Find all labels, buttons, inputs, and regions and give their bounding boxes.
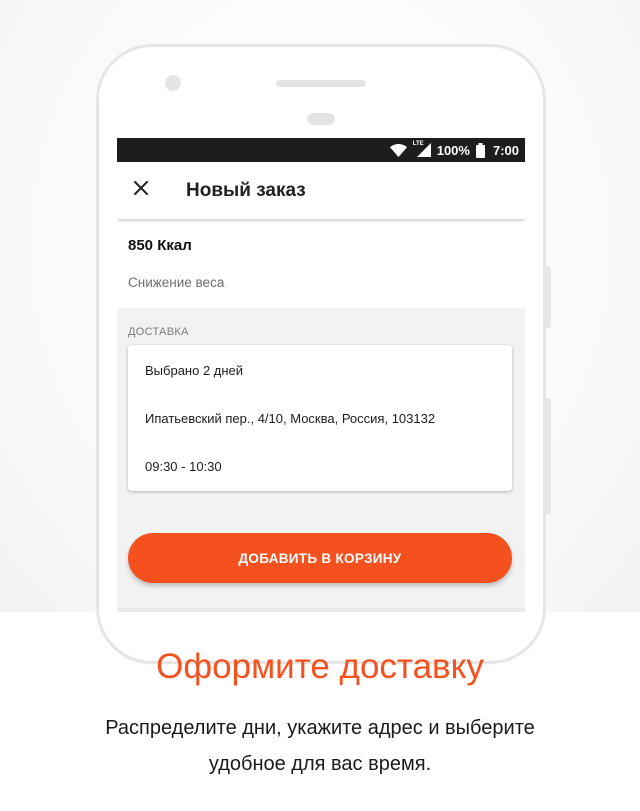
phone-volume-button	[546, 266, 551, 328]
promo-description: Распределите дни, укажите адрес и выбери…	[60, 710, 580, 782]
battery-percent: 100%	[436, 142, 470, 158]
close-icon	[134, 181, 148, 200]
add-to-cart-button[interactable]: ДОБАВИТЬ В КОРЗИНУ	[128, 533, 512, 583]
phone-speaker	[276, 80, 366, 87]
app-bar: Новый заказ	[117, 162, 525, 219]
plan-calories: 850 Ккал	[128, 237, 192, 254]
signal-icon: LTE	[413, 141, 431, 157]
promo-description-line-2: удобное для вас время.	[208, 753, 432, 775]
delivery-time-window[interactable]: 09:30 - 10:30	[145, 459, 222, 474]
status-bar: LTE 100% 7:00	[117, 138, 525, 162]
status-time: 7:00	[492, 142, 519, 158]
app-screen: LTE 100% 7:00 Новый заказ 850 Ккал Сниже…	[117, 138, 525, 612]
promo-description-line-1: Распределите дни, укажите адрес и выбери…	[105, 717, 535, 739]
close-button[interactable]	[118, 168, 164, 214]
phone-power-button	[546, 398, 551, 514]
delivery-address[interactable]: Ипатьевский пер., 4/10, Москва, Россия, …	[145, 411, 435, 426]
screen-bottom-divider	[117, 608, 525, 612]
phone-camera	[165, 75, 181, 91]
plan-summary-card: 850 Ккал Снижение веса	[117, 219, 525, 308]
page-title: Новый заказ	[186, 179, 306, 201]
battery-icon	[475, 142, 485, 158]
delivery-section-label: ДОСТАВКА	[128, 326, 189, 338]
wifi-icon	[389, 143, 407, 157]
delivery-card: Выбрано 2 дней Ипатьевский пер., 4/10, М…	[128, 345, 512, 491]
promo-heading: Оформите доставку	[156, 647, 484, 686]
delivery-days-selected[interactable]: Выбрано 2 дней	[145, 363, 243, 378]
plan-goal: Снижение веса	[128, 275, 225, 290]
phone-sensor	[307, 113, 335, 125]
